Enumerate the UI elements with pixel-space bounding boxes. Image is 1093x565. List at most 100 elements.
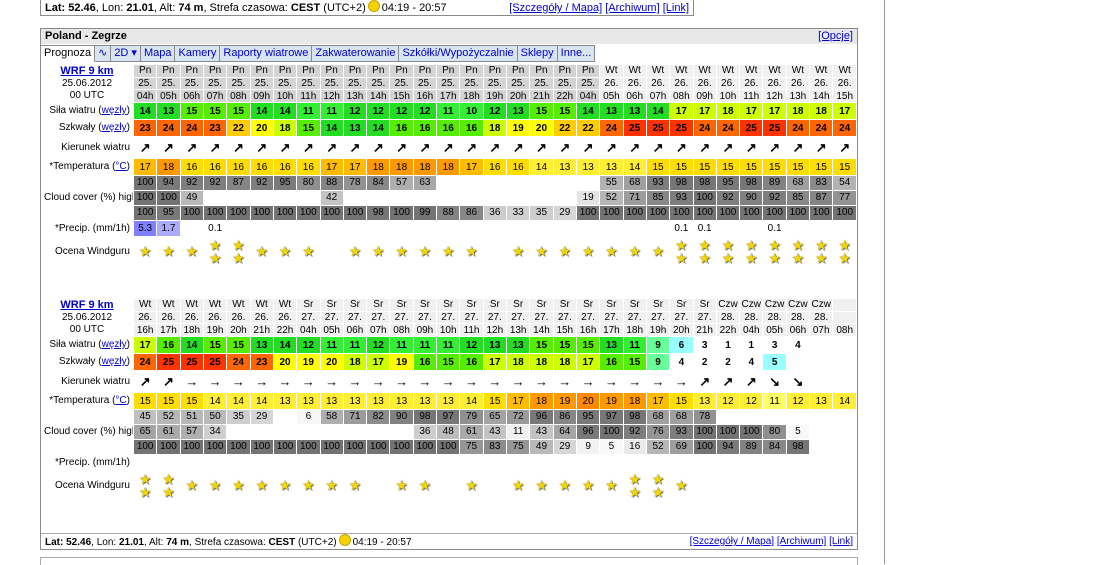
cloud-cell: 52 <box>156 409 181 425</box>
tab-map[interactable]: Mapa <box>140 45 176 62</box>
cloud-cell: 80 <box>296 175 321 191</box>
cloud-cell: 45 <box>132 409 158 425</box>
temp-cell: 17 <box>645 392 671 410</box>
date-cell: 25. <box>179 76 204 91</box>
gust-cell: 18 <box>505 353 531 371</box>
day-cell: Śr <box>389 298 414 312</box>
cloud-cell: 87 <box>226 175 251 191</box>
temp-cell: 16 <box>505 158 531 176</box>
details-map-link[interactable]: [Szczegóły / Mapa] <box>690 536 774 547</box>
wind-cell: 15 <box>202 102 228 120</box>
tz-offset: (UTC+2) <box>323 2 366 14</box>
hour-cell: 21h <box>692 323 717 337</box>
wind-cell: 11 <box>342 336 368 354</box>
tab-schools[interactable]: Szkółki/Wypożyczalnie <box>399 45 518 62</box>
gust-cell: 25 <box>179 353 204 371</box>
cloud-cell: 100 <box>762 205 787 221</box>
cloud-cell: 29 <box>249 409 274 425</box>
date-cell: 25. <box>202 76 228 91</box>
wind-arrow-icon: ↗ <box>342 136 368 159</box>
wind-cell: 15 <box>552 336 577 354</box>
date-cell: 25. <box>436 76 461 91</box>
tab-2d[interactable]: 2D ▾ <box>111 45 141 62</box>
archive-link[interactable]: [Archiwum] <box>777 536 826 547</box>
wind-units-link[interactable]: węzły <box>102 105 127 116</box>
cloud-cell: 71 <box>342 409 368 425</box>
temp-cell: 16 <box>296 158 321 176</box>
rating-star-icon: ★ ★ <box>785 236 811 267</box>
precip-cell <box>809 220 834 237</box>
temp-cell: 14 <box>832 392 857 410</box>
gust-cell: 24 <box>226 353 251 371</box>
date-cell: 25. <box>552 76 577 91</box>
precip-cell <box>366 220 391 237</box>
tab-accommodation[interactable]: Zakwaterowanie <box>312 45 400 62</box>
cloud-cell <box>715 409 741 425</box>
date-cell: 27. <box>389 310 414 325</box>
hour-cell: 08h <box>389 323 414 337</box>
rating-star-icon <box>482 236 508 267</box>
details-map-link[interactable]: [Szczegóły / Mapa] <box>509 2 602 14</box>
rating-star-icon <box>482 470 508 501</box>
tab-shops[interactable]: Sklepy <box>517 45 558 62</box>
tab-cameras[interactable]: Kamery <box>175 45 221 62</box>
day-cell: Pn <box>529 64 554 78</box>
lon-label: , Lon: <box>95 2 124 14</box>
date-cell: 28. <box>715 310 741 325</box>
wind-arrow-icon: → <box>459 370 484 393</box>
day-cell: Pn <box>366 64 391 78</box>
precip-cell <box>715 454 741 471</box>
precip-label: *Precip. (mm/1h) <box>43 454 134 471</box>
cloud-cell <box>529 190 554 206</box>
rating-star-icon: ★ ★ <box>226 236 251 267</box>
tab-wind-reports[interactable]: Raporty wiatrowe <box>220 45 313 62</box>
gust-units-link[interactable]: węzły <box>102 122 127 133</box>
tab-graph[interactable]: ∿ <box>95 45 112 62</box>
cloud-cell: 100 <box>319 205 344 221</box>
hour-cell: 15h <box>389 89 414 103</box>
cloud-cell: 52 <box>645 439 671 455</box>
gust-units-link[interactable]: węzły <box>102 356 127 367</box>
hour-cell: 05h <box>156 89 181 103</box>
permalink-link[interactable]: [Link] <box>829 536 853 547</box>
archive-link[interactable]: [Archiwum] <box>605 2 659 14</box>
model-link[interactable]: WRF 9 km <box>60 66 113 78</box>
rating-star-icon: ★ <box>366 236 391 267</box>
hour-cell: 16h <box>132 323 158 337</box>
temp-cell: 15 <box>482 392 508 410</box>
wind-units-link[interactable]: węzły <box>102 339 127 350</box>
precip-cell: 0.1 <box>202 220 228 237</box>
temp-units-link[interactable]: °C <box>115 395 126 406</box>
forecast-table-1: WRF 9 km 25.06.2012 00 UTC Pn Pn Pn Pn Pn Pn Pn Pn… <box>43 64 857 267</box>
rating-star-icon: ★ <box>412 236 438 267</box>
cloud-cell <box>319 424 344 440</box>
cloud-cell: 95 <box>272 175 298 191</box>
cloud-cell: 52 <box>599 190 624 206</box>
tab-more[interactable]: Inne... <box>557 45 596 62</box>
hour-cell: 16h <box>412 89 438 103</box>
options-link[interactable]: [Opcje] <box>818 29 853 44</box>
date-cell: 27. <box>552 310 577 325</box>
day-cell: Śr <box>459 298 484 312</box>
tab-forecast[interactable]: Prognoza <box>41 45 96 62</box>
cloud-cell: 90 <box>389 409 414 425</box>
date-cell: 25. <box>529 76 554 91</box>
date-cell: 26. <box>715 76 741 91</box>
cloud-cell: 100 <box>692 439 717 455</box>
cloud-cell: 100 <box>226 439 251 455</box>
gust-cell: 23 <box>202 119 228 137</box>
cloud-cell: 82 <box>366 409 391 425</box>
cloud-label: Cloud cover (%) high / mid / low <box>43 175 134 221</box>
rating-star-icon: ★ <box>575 470 601 501</box>
precip-cell <box>296 220 321 237</box>
cloud-cell <box>832 409 857 425</box>
wind-arrow-icon: ↗ <box>156 370 181 393</box>
model-link[interactable]: WRF 9 km <box>60 300 113 312</box>
day-cell: Wt <box>739 64 764 78</box>
permalink-link[interactable]: [Link] <box>663 2 689 14</box>
gust-cell: 15 <box>296 119 321 137</box>
temp-units-link[interactable]: °C <box>115 161 126 172</box>
wind-cell: 14 <box>272 336 298 354</box>
precip-cell <box>319 454 344 471</box>
cloud-cell: 61 <box>459 424 484 440</box>
